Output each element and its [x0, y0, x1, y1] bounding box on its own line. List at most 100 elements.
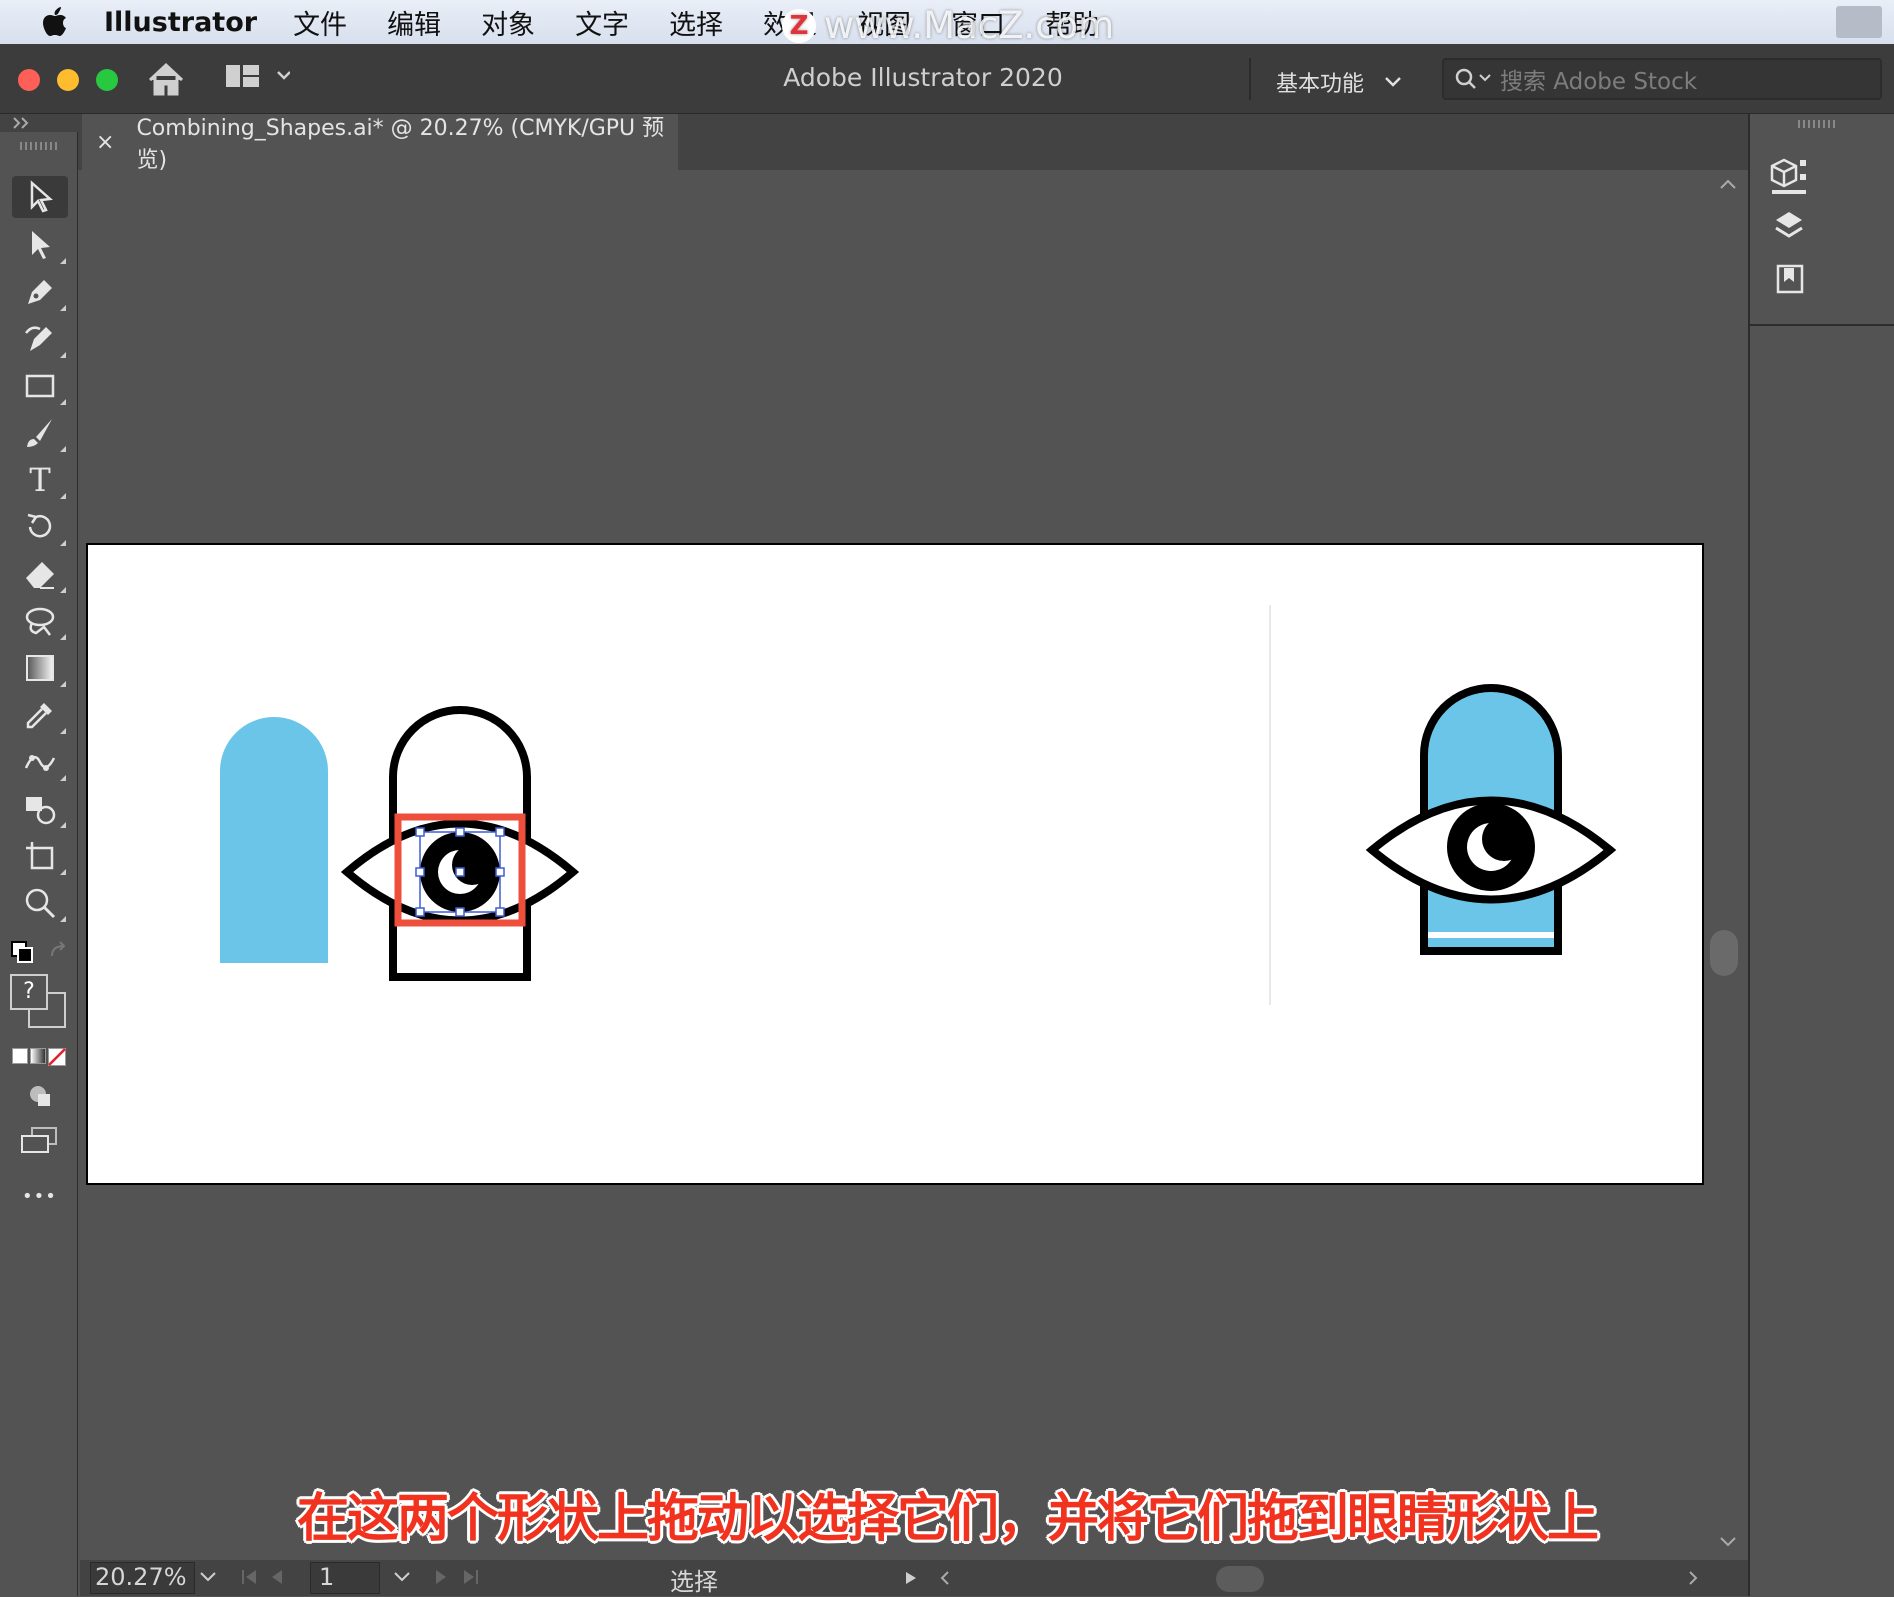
pen-icon [28, 280, 52, 304]
zoom-tool[interactable] [12, 882, 68, 924]
layers-panel-icon[interactable] [1764, 206, 1814, 246]
flyout-indicator [60, 916, 66, 922]
next-last-artboard-icons[interactable] [430, 1568, 490, 1586]
selection-arrow-icon [30, 180, 53, 213]
gradient-icon [26, 655, 54, 681]
menubar-status-icon[interactable] [1836, 6, 1882, 38]
search-icon [1455, 68, 1491, 89]
draw-mode-icon[interactable] [26, 1082, 54, 1110]
workspace-switcher[interactable]: 基本功能 [1276, 66, 1402, 98]
pen-tool[interactable] [12, 271, 68, 313]
chevron-down-icon[interactable] [392, 1570, 412, 1584]
paintbrush-tool[interactable] [12, 412, 68, 454]
flyout-indicator [60, 587, 66, 593]
artboard-icon [26, 842, 54, 870]
shape-builder-tool[interactable] [12, 788, 68, 830]
close-tab-icon[interactable]: × [96, 130, 114, 155]
status-menu-arrow-icon[interactable] [904, 1570, 918, 1586]
artboard-number-field[interactable]: 1 [310, 1562, 380, 1594]
expand-toolbox-icon[interactable] [12, 116, 32, 130]
artwork [220, 605, 1617, 1005]
rectangle-icon [25, 374, 55, 398]
document-tab[interactable]: × Combining_Shapes.ai* @ 20.27% (CMYK/GP… [82, 114, 678, 173]
eyedropper-icon [26, 703, 52, 729]
scroll-right-icon[interactable] [1686, 1570, 1700, 1586]
gradient-button[interactable] [30, 1048, 46, 1064]
toolbox: T ? ••• [0, 132, 78, 1596]
fill-swatch[interactable]: ? [10, 974, 48, 1010]
watermark: Z www.MacZ.com [782, 4, 1114, 47]
none-button[interactable] [48, 1048, 66, 1066]
direct-selection-tool[interactable] [12, 224, 68, 266]
menu-file[interactable]: 文件 [293, 3, 347, 42]
eyedropper-tool[interactable] [12, 694, 68, 736]
shape-builder-icon [26, 797, 56, 825]
combined-eye-shape[interactable] [1365, 684, 1617, 955]
toolbox-grip[interactable] [20, 142, 58, 150]
vertical-scrollbar[interactable] [1708, 170, 1748, 1560]
flyout-indicator [60, 352, 66, 358]
watermark-logo: Z [782, 8, 816, 43]
search-placeholder: 搜索 Adobe Stock [1500, 69, 1698, 95]
flyout-indicator [60, 728, 66, 734]
curvature-pen-icon [25, 326, 52, 351]
artboard-tool[interactable] [12, 835, 68, 877]
apple-icon[interactable] [42, 7, 68, 37]
rectangle-tool[interactable] [12, 365, 68, 407]
zoom-level-field[interactable]: 20.27% [90, 1562, 195, 1594]
canvas-area[interactable] [80, 170, 1708, 1560]
scroll-thumb[interactable] [1710, 930, 1738, 976]
first-previous-artboard-icons[interactable] [240, 1568, 300, 1586]
watermark-text: www.MacZ.com [824, 4, 1115, 47]
screen-mode-icon[interactable] [20, 1126, 60, 1156]
libraries-panel-icon[interactable] [1764, 260, 1814, 300]
artboard[interactable] [86, 543, 1704, 1185]
tutorial-caption: 在这两个形状上拖动以选择它们，并将它们拖到眼睛形状上 [296, 1489, 1599, 1549]
paintbrush-icon [27, 419, 52, 447]
scroll-left-icon[interactable] [938, 1570, 952, 1586]
menu-type[interactable]: 文字 [575, 3, 629, 42]
flyout-indicator [60, 634, 66, 640]
flyout-indicator [60, 540, 66, 546]
type-tool[interactable]: T [12, 459, 68, 501]
selection-tool[interactable] [12, 176, 68, 218]
horizontal-scroll-thumb[interactable] [1216, 1566, 1264, 1592]
blue-arch-shape[interactable] [220, 717, 328, 963]
chevron-down-icon [1385, 77, 1401, 87]
default-colors-icon[interactable] [10, 940, 36, 966]
color-button[interactable] [12, 1048, 28, 1064]
more-tools-icon[interactable]: ••• [22, 1186, 57, 1207]
menu-object[interactable]: 对象 [481, 3, 535, 42]
chevron-down-icon[interactable] [198, 1570, 218, 1584]
lasso-tool[interactable] [12, 600, 68, 642]
flyout-indicator [60, 681, 66, 687]
scroll-up-icon[interactable] [1718, 178, 1738, 192]
rotate-tool[interactable] [12, 506, 68, 548]
puppet-warp-tool[interactable] [12, 741, 68, 783]
direct-selection-arrow-icon [32, 231, 50, 259]
flyout-indicator [60, 446, 66, 452]
swap-colors-icon[interactable] [48, 940, 72, 964]
curvature-tool[interactable] [12, 318, 68, 360]
panel-grip[interactable] [1798, 120, 1836, 128]
menu-edit[interactable]: 编辑 [387, 3, 441, 42]
app-titlebar: Adobe Illustrator 2020 基本功能 搜索 Adobe Sto… [0, 44, 1894, 114]
status-bar: 20.27% 1 选择 [80, 1560, 1748, 1596]
fill-stroke-swatch[interactable]: ? [10, 974, 70, 1032]
flyout-indicator [60, 775, 66, 781]
flyout-indicator [60, 493, 66, 499]
zoom-icon [25, 888, 56, 919]
flyout-indicator [60, 399, 66, 405]
puppet-warp-icon [24, 755, 56, 771]
properties-panel-icon[interactable] [1764, 152, 1814, 198]
eraser-tool[interactable] [12, 553, 68, 595]
menu-select[interactable]: 选择 [669, 3, 723, 42]
divider [1249, 58, 1251, 100]
menu-app-name[interactable]: Illustrator [104, 7, 257, 38]
lasso-icon [25, 607, 55, 636]
flyout-indicator [60, 258, 66, 264]
gradient-tool[interactable] [12, 647, 68, 689]
current-tool-label: 选择 [670, 1568, 718, 1596]
color-mode-buttons [12, 1048, 66, 1066]
stock-search-input[interactable]: 搜索 Adobe Stock [1442, 58, 1882, 100]
